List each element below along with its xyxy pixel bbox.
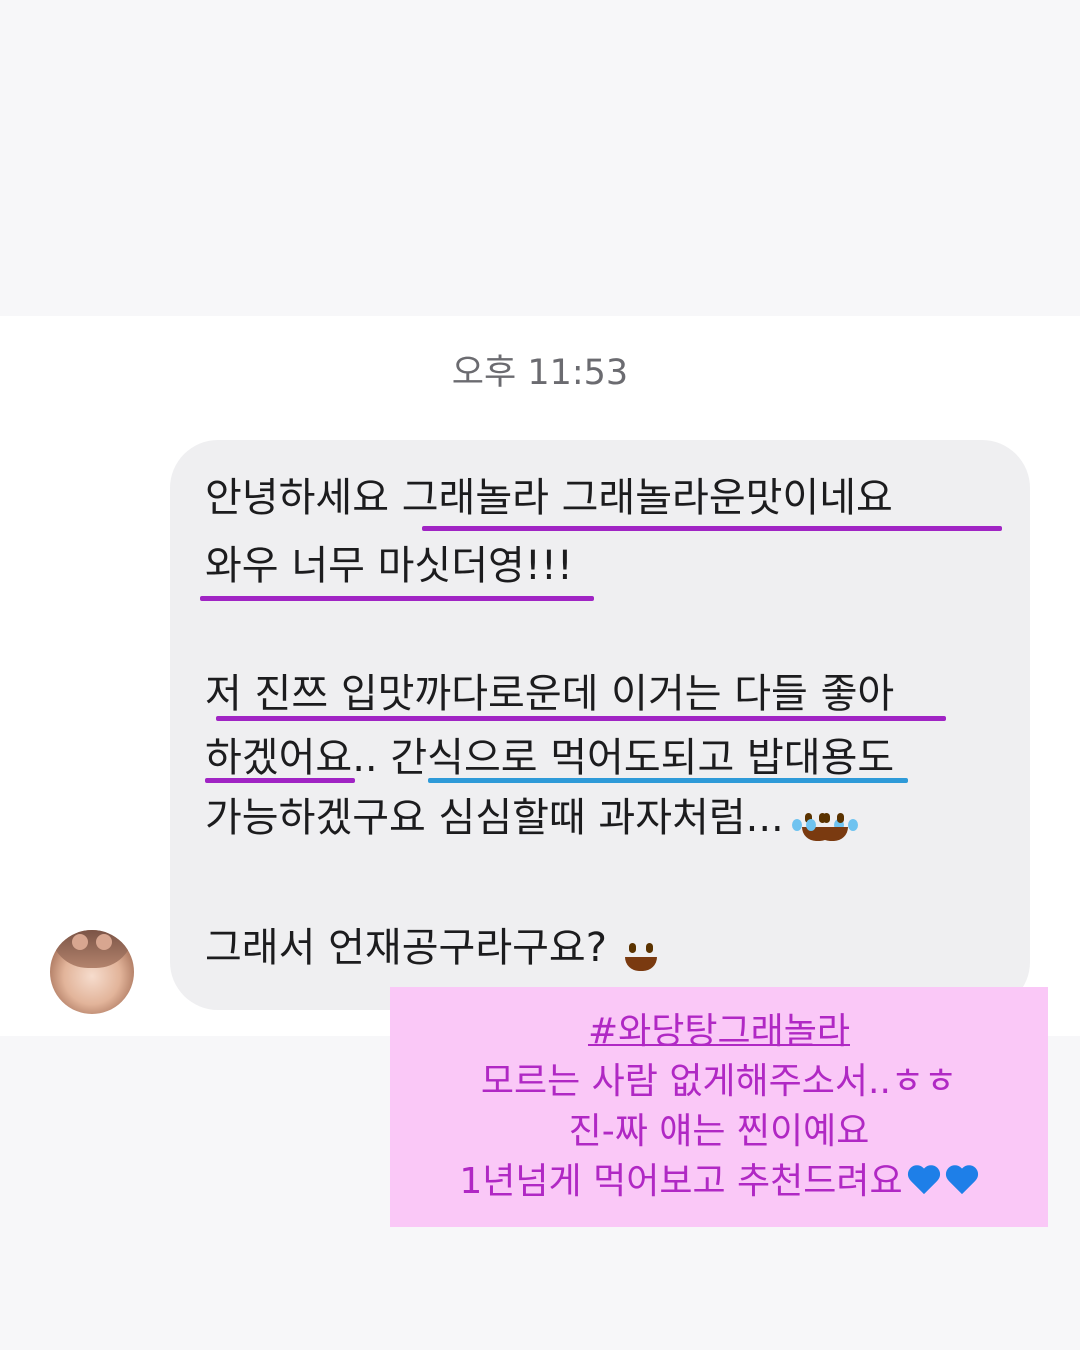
- note-line-3: 진-짜 얘는 찐이예요: [568, 1111, 870, 1152]
- note-line-2: 모르는 사람 없게해주소서..ㅎㅎ: [480, 1061, 958, 1102]
- message-line-2: 와우 너무 마싯더영!!!: [205, 543, 573, 589]
- highlight-underline: [428, 778, 908, 783]
- hashtag-link[interactable]: #와당탕그래놀라: [588, 1011, 850, 1052]
- note-line-4: 1년넘게 먹어보고 추천드려요: [390, 1157, 1048, 1207]
- message-line-1: 안녕하세요 그래놀라 그래놀라운맛이네요: [205, 475, 893, 521]
- blue-heart-icon: [907, 1166, 941, 1200]
- message-line-5: 가능하겠구요 심심할때 과자처럼...: [205, 790, 858, 848]
- highlight-underline: [205, 778, 355, 783]
- message-timestamp: 오후 11:53: [451, 353, 629, 393]
- message-line-3: 저 진쯔 입맛까다로운데 이거는 다들 좋아: [205, 671, 895, 717]
- highlight-underline: [216, 716, 946, 721]
- sender-avatar[interactable]: [48, 928, 136, 1016]
- blue-heart-icon: [945, 1166, 979, 1200]
- top-background: [0, 0, 1080, 316]
- highlight-underline: [422, 526, 1002, 531]
- highlight-underline: [200, 596, 594, 601]
- message-line-6-text: 그래서 언재공구라구요?: [205, 925, 607, 971]
- message-line-5-text: 가능하겠구요 심심할때 과자처럼...: [205, 795, 784, 841]
- note-line-4-text: 1년넘게 먹어보고 추천드려요: [459, 1161, 903, 1202]
- caption-note-box: #와당탕그래놀라 모르는 사람 없게해주소서..ㅎㅎ 진-짜 얘는 찐이예요 1…: [390, 987, 1048, 1227]
- message-line-6: 그래서 언재공구라구요?: [205, 920, 657, 978]
